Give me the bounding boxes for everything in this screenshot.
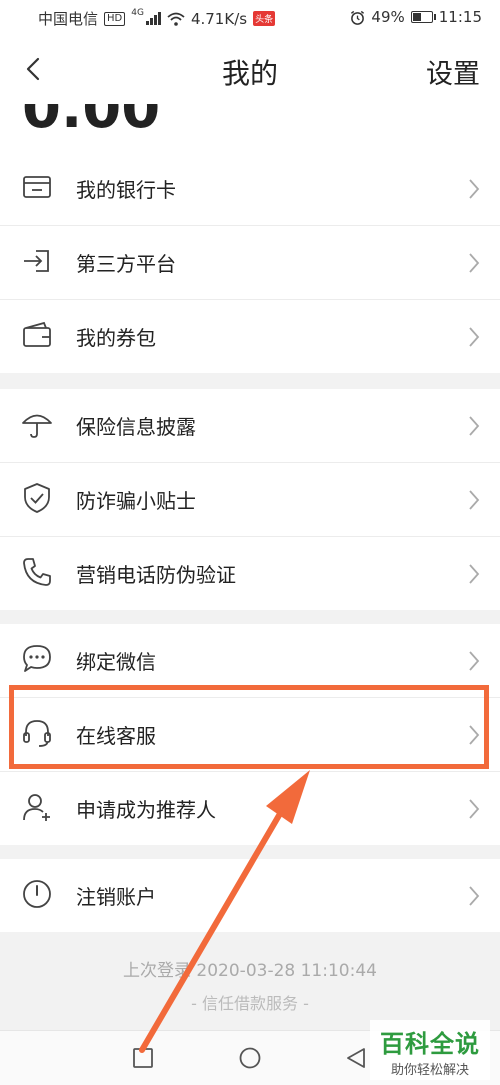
chat-bubble-icon [23,645,51,672]
network-speed: 4.71K/s [190,9,248,28]
menu-item-become-referrer[interactable]: 申请成为推荐人 [0,772,500,845]
notification-app-icon: 头条 [253,11,276,26]
chevron-right-icon [469,725,480,745]
menu-item-third-party[interactable]: 第三方平台 [0,226,500,300]
alarm-icon [351,10,365,25]
last-login-text: 上次登录 2020-03-28 11:10:44 [123,961,377,981]
menu-item-coupons[interactable]: 我的券包 [0,300,500,373]
network-type: 4G [131,8,144,18]
balance-section: 0.00 [0,104,500,153]
menu-item-cancel-account[interactable]: 注销账户 [0,859,500,932]
menu-item-bind-wechat[interactable]: 绑定微信 [0,624,500,698]
menu-group-service: 绑定微信 在线客服 申请成为推荐人 [0,624,500,845]
headset-icon [23,720,51,747]
menu-item-label: 第三方平台 [76,252,176,276]
balance-amount: 0.00 [22,104,161,141]
top-bar: 我的 设置 [0,34,500,105]
phone-icon [23,558,51,586]
signal-icon [145,12,161,25]
menu-group-safety: 保险信息披露 防诈骗小贴士 营销电话防伪验证 [0,389,500,610]
settings-button[interactable]: 设置 [426,52,480,91]
menu-item-label: 保险信息披露 [76,415,196,439]
menu-item-label: 防诈骗小贴士 [76,489,196,513]
battery-percent: 49% [371,8,405,26]
umbrella-icon [22,414,52,438]
watermark-title: 百科全说 [380,1030,480,1058]
chevron-right-icon [469,564,480,584]
user-add-icon [23,794,50,821]
wallet-icon [23,321,51,347]
status-bar: 中国电信 HD 4G 4.71K/s 头条 49% 11:15 [0,0,500,34]
menu-item-label: 注销账户 [76,885,156,909]
hd-badge: HD [104,11,126,26]
chevron-right-icon [469,179,480,199]
login-arrow-icon [24,250,49,272]
chevron-right-icon [469,490,480,510]
chevron-right-icon [469,327,480,347]
chevron-right-icon [469,651,480,671]
menu-item-label: 绑定微信 [76,650,156,674]
circle-icon[interactable] [238,1046,262,1070]
chevron-right-icon [469,799,480,819]
menu-group-account: 我的银行卡 第三方平台 我的券包 [0,152,500,373]
chevron-right-icon [469,416,480,436]
menu-group-account-close: 注销账户 [0,859,500,932]
bank-card-icon [23,176,51,198]
menu-item-bank-card[interactable]: 我的银行卡 [0,152,500,226]
triangle-back-icon[interactable] [344,1046,368,1070]
watermark-subtitle: 助你轻松解决 [390,1063,469,1078]
page-title: 我的 [221,57,278,90]
menu-item-label: 在线客服 [76,724,156,748]
menu-item-call-verification[interactable]: 营销电话防伪验证 [0,537,500,610]
menu-item-label: 我的银行卡 [76,178,176,202]
menu-item-label: 申请成为推荐人 [76,798,216,822]
menu-item-label: 我的券包 [76,326,156,350]
carrier-label: 中国电信 [38,10,99,28]
battery-icon [410,11,436,23]
shield-check-icon [24,483,50,513]
menu-item-insurance-info[interactable]: 保险信息披露 [0,389,500,463]
power-icon [23,880,51,908]
watermark: 百科全说 助你轻松解决 [370,1020,490,1080]
wifi-icon [167,12,185,26]
square-icon[interactable] [131,1046,155,1070]
menu-item-label: 营销电话防伪验证 [76,563,236,587]
footer: 上次登录 2020-03-28 11:10:44 - 信任借款服务 - [0,932,500,1030]
service-slogan: - 信任借款服务 - [191,994,309,1013]
clock: 11:15 [438,8,482,26]
chevron-right-icon [469,253,480,273]
chevron-right-icon [469,886,480,906]
menu-item-online-support[interactable]: 在线客服 [0,698,500,772]
menu-item-anti-fraud-tips[interactable]: 防诈骗小贴士 [0,463,500,537]
